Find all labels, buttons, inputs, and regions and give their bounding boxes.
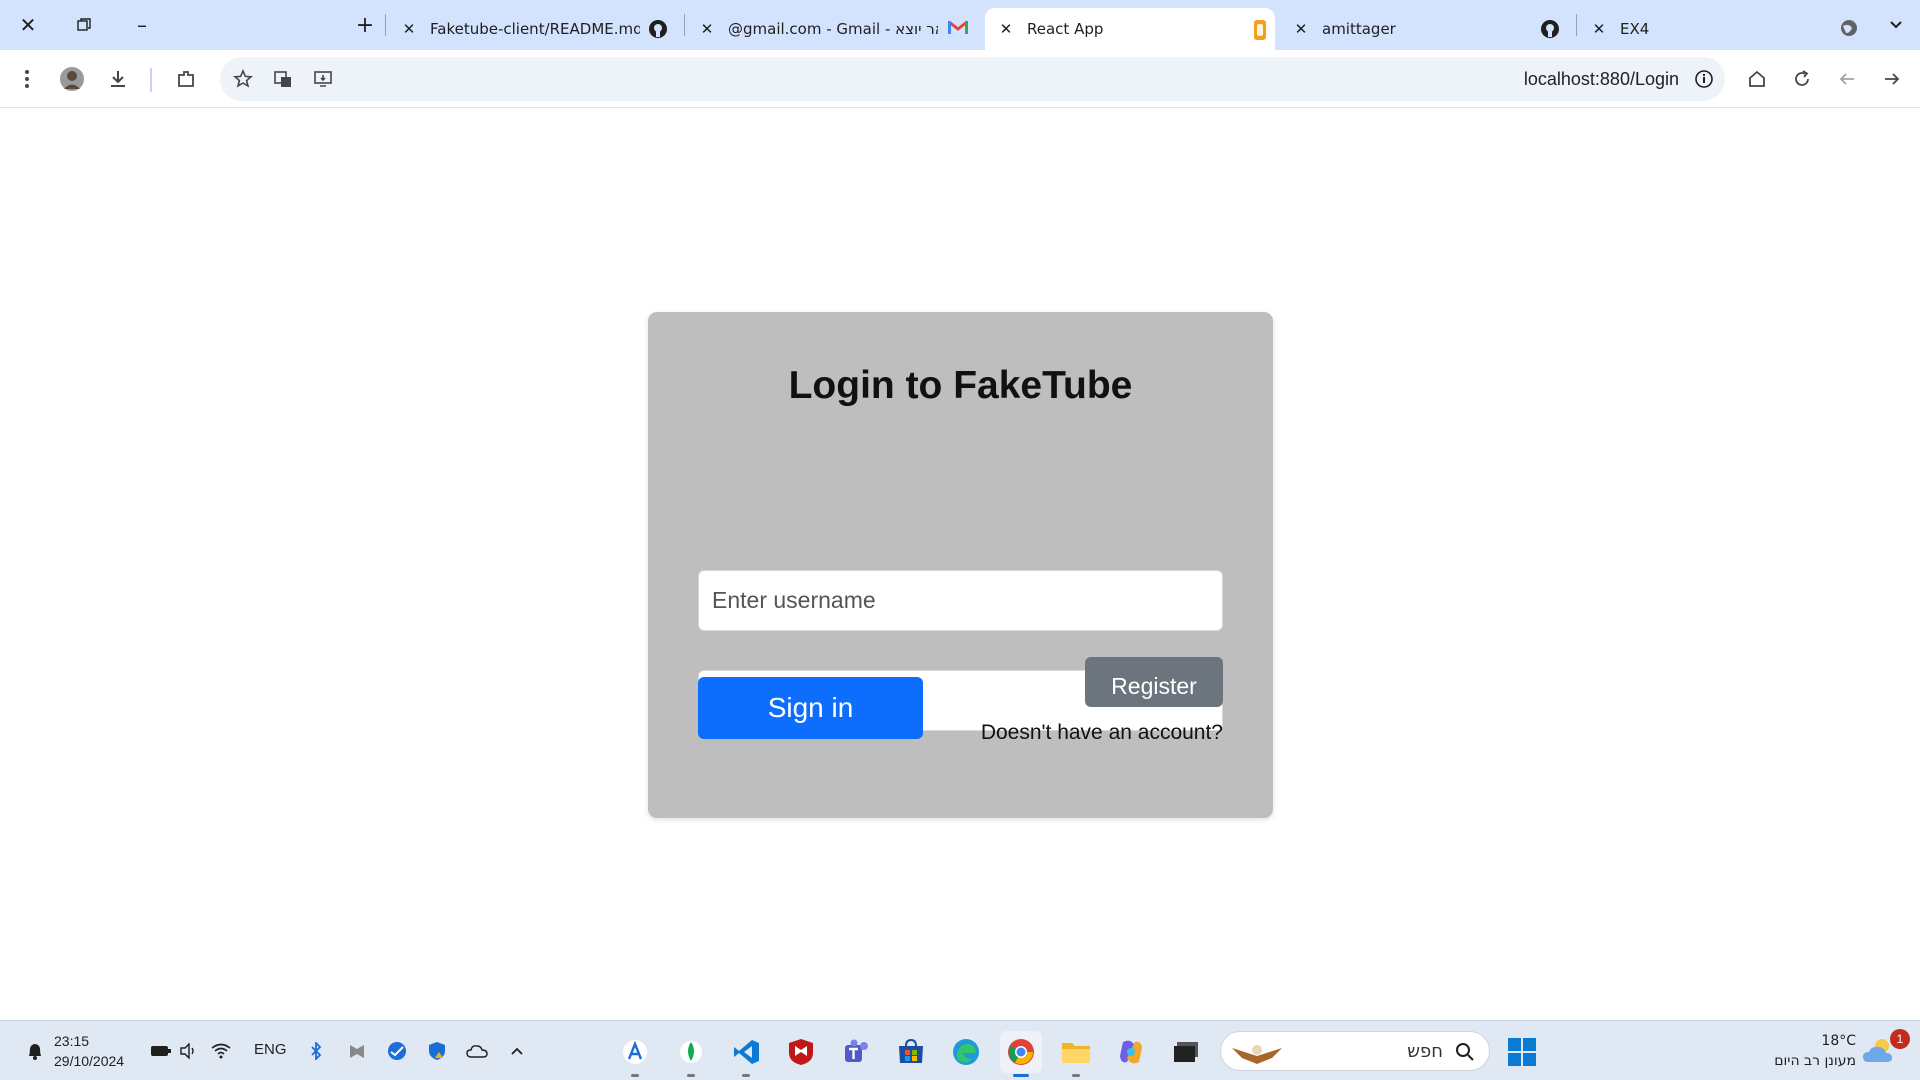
security-globe-icon[interactable]: [384, 1038, 410, 1064]
search-highlight-eagle-icon: [1232, 1045, 1282, 1064]
clock-time: 23:15: [54, 1033, 90, 1049]
login-heading: Login to FakeTube: [788, 364, 1133, 407]
language-indicator[interactable]: ENG: [254, 1041, 287, 1058]
gmail-icon: [948, 19, 968, 39]
search-placeholder: חפש: [1407, 1041, 1443, 1062]
defender-shield-icon[interactable]: [424, 1038, 450, 1064]
show-hidden-icons-chevron-icon[interactable]: [504, 1038, 530, 1064]
tab-close-icon[interactable]: ✕: [995, 20, 1017, 38]
github-icon: [648, 19, 668, 39]
forward-arrow-icon[interactable]: [1877, 64, 1907, 94]
site-info-icon[interactable]: [1689, 64, 1719, 94]
tab-separator: [1576, 14, 1577, 36]
running-indicator: [1072, 1074, 1080, 1077]
globe-icon: [1840, 19, 1860, 39]
toolbar-divider: [150, 68, 152, 92]
minimize-window-icon[interactable]: –: [122, 8, 162, 42]
bluetooth-icon[interactable]: [303, 1038, 329, 1064]
taskbar-search[interactable]: חפש: [1220, 1031, 1490, 1071]
weather-desc: מעונן רב היום: [1774, 1053, 1856, 1069]
menu-kebab-icon[interactable]: [12, 64, 42, 94]
new-tab-icon[interactable]: +: [345, 8, 385, 42]
react-app-icon: [1253, 19, 1273, 40]
app-launcher-a-icon[interactable]: [614, 1031, 656, 1077]
reload-icon[interactable]: [1787, 64, 1817, 94]
download-icon[interactable]: [103, 64, 133, 94]
tab-ex4[interactable]: ✕ EX4: [1588, 8, 1878, 50]
running-indicator: [631, 1074, 639, 1077]
terminal-icon[interactable]: [1165, 1031, 1207, 1073]
tab-amittager[interactable]: ✕ amittager: [1290, 8, 1580, 50]
login-card: Login to FakeTube Register Sign in Doesn…: [648, 312, 1273, 818]
notification-bell-icon[interactable]: [22, 1038, 48, 1064]
battery-icon[interactable]: [148, 1038, 174, 1064]
tab-close-icon[interactable]: ✕: [1290, 20, 1312, 38]
weather-widget[interactable]: 18°C מעונן רב היום: [1774, 1031, 1856, 1071]
tab-separator: [385, 14, 386, 36]
microsoft-store-icon[interactable]: [890, 1031, 932, 1073]
tab-close-icon[interactable]: ✕: [696, 20, 718, 38]
mcafee-app-icon[interactable]: [780, 1031, 822, 1073]
volume-icon[interactable]: [176, 1038, 202, 1064]
running-indicator: [687, 1074, 695, 1077]
edge-icon[interactable]: [945, 1031, 987, 1073]
tab-gmail[interactable]: ✕ @gmail.com - Gmail - דואר יוצא: [696, 8, 976, 50]
tab-title: React App: [1027, 20, 1104, 38]
vscode-icon[interactable]: [725, 1031, 767, 1077]
copilot-icon[interactable]: [1110, 1031, 1152, 1073]
restore-window-icon[interactable]: [64, 8, 104, 42]
no-account-text: Doesn't have an account?: [980, 721, 1223, 744]
tab-search-chevron-icon[interactable]: [1876, 8, 1916, 42]
windows-start-icon[interactable]: [1501, 1031, 1543, 1073]
tab-title: EX4: [1620, 20, 1650, 38]
tab-title: @gmail.com - Gmail - דואר יוצא: [728, 20, 938, 38]
clock[interactable]: 23:15 29/10/2024: [54, 1031, 124, 1071]
mcafee-tray-icon[interactable]: [344, 1038, 370, 1064]
tab-separator: [684, 14, 685, 36]
address-bar[interactable]: localhost:880/Login: [220, 57, 1725, 101]
tab-github-readme[interactable]: ✕ Faketube-client/README.md at: [398, 8, 678, 50]
install-app-icon[interactable]: [308, 64, 338, 94]
username-input[interactable]: [698, 570, 1223, 631]
tab-react-app[interactable]: ✕ React App: [985, 8, 1275, 50]
clock-date: 29/10/2024: [54, 1053, 125, 1069]
extensions-icon[interactable]: [171, 64, 201, 94]
sign-in-button[interactable]: Sign in: [698, 677, 923, 739]
running-indicator: [1013, 1074, 1029, 1077]
running-indicator: [742, 1074, 750, 1077]
tab-title: amittager: [1322, 20, 1396, 38]
home-icon[interactable]: [1742, 64, 1772, 94]
page-content: Login to FakeTube Register Sign in Doesn…: [0, 109, 1920, 1020]
browser-toolbar: localhost:880/Login: [0, 50, 1920, 108]
file-explorer-icon[interactable]: [1055, 1031, 1097, 1077]
profile-avatar-icon[interactable]: [57, 64, 87, 94]
teams-icon[interactable]: [835, 1031, 877, 1073]
register-button[interactable]: Register: [1085, 657, 1223, 707]
bookmark-star-icon[interactable]: [228, 64, 258, 94]
url-text[interactable]: localhost:880/Login: [1524, 69, 1679, 90]
notification-count-badge: 1: [1890, 1029, 1910, 1049]
search-icon: [1456, 1043, 1474, 1061]
onedrive-cloud-icon[interactable]: [464, 1038, 490, 1064]
close-window-icon[interactable]: ✕: [8, 8, 48, 42]
taskbar: 23:15 29/10/2024 ENG חפש 18°C מעונן רב ה…: [0, 1020, 1920, 1080]
wifi-icon[interactable]: [208, 1038, 234, 1064]
tab-close-icon[interactable]: ✕: [1588, 20, 1610, 38]
weather-temp: 18°C: [1821, 1033, 1856, 1049]
back-arrow-icon[interactable]: [1832, 64, 1862, 94]
tab-close-icon[interactable]: ✕: [398, 20, 420, 38]
tab-strip: ✕ – + ✕ Faketube-client/README.md at ✕ @…: [0, 0, 1920, 50]
mongodb-compass-icon[interactable]: [670, 1031, 712, 1077]
github-icon: [1540, 19, 1560, 39]
tab-title: Faketube-client/README.md at: [430, 20, 640, 38]
chrome-icon[interactable]: [1000, 1031, 1042, 1077]
translate-icon[interactable]: [268, 64, 298, 94]
